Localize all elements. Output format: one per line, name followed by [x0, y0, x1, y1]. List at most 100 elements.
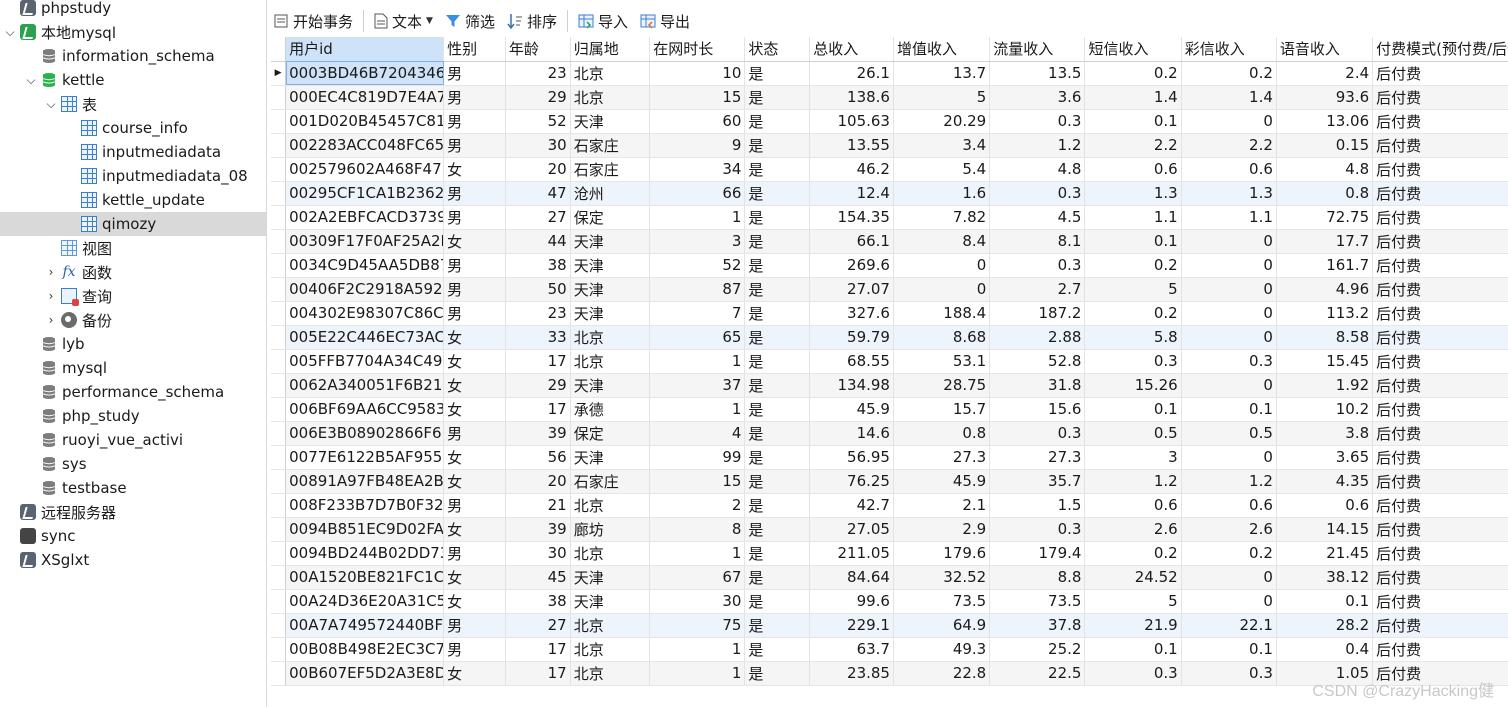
table-cell[interactable]: 13.06: [1276, 109, 1374, 134]
tree-item[interactable]: ruoyi_vue_activi: [0, 428, 266, 452]
table-cell[interactable]: 男: [443, 181, 506, 206]
column-header[interactable]: 在网时长: [649, 37, 746, 62]
table-cell[interactable]: 21.9: [1084, 613, 1182, 638]
row-indicator[interactable]: [271, 469, 287, 494]
tree-item[interactable]: testbase: [0, 476, 266, 500]
table-cell[interactable]: 后付费: [1372, 397, 1508, 422]
table-cell[interactable]: 50: [505, 277, 571, 302]
table-cell[interactable]: 4.8: [1276, 157, 1374, 182]
text-view-button[interactable]: 文本 ▼: [368, 8, 439, 34]
table-cell[interactable]: 00309F17F0AF25A2I: [285, 229, 445, 254]
table-cell[interactable]: 28.2: [1276, 613, 1374, 638]
table-cell[interactable]: 0: [1181, 253, 1277, 278]
table-cell[interactable]: 2.2: [1181, 133, 1277, 158]
table-cell[interactable]: 105.63: [809, 109, 894, 134]
table-cell[interactable]: 00406F2C2918A592: [285, 277, 445, 302]
table-cell[interactable]: 北京: [570, 349, 651, 374]
table-cell[interactable]: 30: [505, 133, 571, 158]
table-cell[interactable]: 60: [649, 109, 746, 134]
row-indicator[interactable]: [271, 637, 287, 662]
table-cell[interactable]: 17: [505, 637, 571, 662]
table-cell[interactable]: 26.1: [809, 61, 894, 86]
row-indicator[interactable]: [271, 349, 287, 374]
sort-button[interactable]: 排序: [501, 8, 563, 34]
table-cell[interactable]: 56.95: [809, 445, 894, 470]
table-cell[interactable]: 廊坊: [570, 517, 651, 542]
table-cell[interactable]: 23: [505, 301, 571, 326]
table-cell[interactable]: 99: [649, 445, 746, 470]
table-row[interactable]: 0094B851EC9D02FA 女 39 廊坊 8 是 27.05 2.9 0.3 2.6 2.6…: [271, 517, 1508, 542]
table-cell[interactable]: 是: [744, 589, 811, 614]
table-cell[interactable]: 3.4: [893, 133, 991, 158]
table-cell[interactable]: 30: [649, 589, 746, 614]
table-cell[interactable]: 0.1: [1084, 229, 1182, 254]
tree-item[interactable]: phpstudy: [0, 0, 266, 20]
table-cell[interactable]: 1.1: [1181, 205, 1277, 230]
table-cell[interactable]: 后付费: [1372, 253, 1508, 278]
row-indicator[interactable]: [271, 157, 287, 182]
table-cell[interactable]: 是: [744, 469, 811, 494]
table-cell[interactable]: 男: [443, 421, 506, 446]
table-cell[interactable]: 是: [744, 397, 811, 422]
table-cell[interactable]: 0.1: [1181, 397, 1277, 422]
table-cell[interactable]: 00B08B498E2EC3C7: [285, 637, 445, 662]
table-row[interactable]: 002283ACC048FC65 男 30 石家庄 9 是 13.55 3.4 1.2 2.2 2.…: [271, 133, 1508, 158]
table-cell[interactable]: 0: [1181, 565, 1277, 590]
table-cell[interactable]: 后付费: [1372, 109, 1508, 134]
table-cell[interactable]: 后付费: [1372, 469, 1508, 494]
table-cell[interactable]: 男: [443, 85, 506, 110]
table-cell[interactable]: 女: [443, 517, 506, 542]
table-cell[interactable]: 29: [505, 85, 571, 110]
table-cell[interactable]: 1: [649, 205, 746, 230]
table-cell[interactable]: 5: [893, 85, 991, 110]
table-cell[interactable]: 22.1: [1181, 613, 1277, 638]
table-cell[interactable]: 93.6: [1276, 85, 1374, 110]
table-cell[interactable]: 是: [744, 61, 811, 86]
table-cell[interactable]: 66: [649, 181, 746, 206]
tree-item[interactable]: performance_schema: [0, 380, 266, 404]
table-cell[interactable]: 是: [744, 541, 811, 566]
table-row[interactable]: 005FFB7704A34C49 女 17 北京 1 是 68.55 53.1 52.8 0.3 0…: [271, 349, 1508, 374]
table-cell[interactable]: 男: [443, 133, 506, 158]
table-cell[interactable]: 2.9: [893, 517, 991, 542]
table-cell[interactable]: 2: [649, 493, 746, 518]
table-row[interactable]: 0094BD244B02DD73 男 30 北京 1 是 211.05 179.6 179.4 0…: [271, 541, 1508, 566]
table-cell[interactable]: 后付费: [1372, 133, 1508, 158]
table-cell[interactable]: 006E3B08902866F6: [285, 421, 445, 446]
table-cell[interactable]: 37: [649, 373, 746, 398]
table-row[interactable]: ▶ 0003BD46B7204346 男 23 北京 10 是 26.1 13.7 13.5 0.2…: [271, 61, 1508, 86]
table-cell[interactable]: 4: [649, 421, 746, 446]
table-cell[interactable]: 后付费: [1372, 517, 1508, 542]
table-row[interactable]: 002A2EBFCACD3739 男 27 保定 1 是 154.35 7.82 4.5 1.1 1…: [271, 205, 1508, 230]
table-cell[interactable]: 是: [744, 229, 811, 254]
tree-item[interactable]: › 查询: [0, 284, 266, 308]
table-cell[interactable]: 21.45: [1276, 541, 1374, 566]
table-cell[interactable]: 63.7: [809, 637, 894, 662]
table-cell[interactable]: 1.4: [1181, 85, 1277, 110]
table-cell[interactable]: 0003BD46B7204346: [285, 61, 445, 86]
table-cell[interactable]: 13.7: [893, 61, 991, 86]
table-cell[interactable]: 27.07: [809, 277, 894, 302]
table-row[interactable]: 0062A340051F6B21 女 29 天津 37 是 134.98 28.75 31.8 1…: [271, 373, 1508, 398]
table-cell[interactable]: 0.3: [1181, 349, 1277, 374]
table-cell[interactable]: 0.8: [1276, 181, 1374, 206]
table-row[interactable]: 00A24D36E20A31C5 女 38 天津 30 是 99.6 73.5 73.5 5 0 0.…: [271, 589, 1508, 614]
table-row[interactable]: 00A1520BE821FC1C 女 45 天津 67 是 84.64 32.52 8.8 24.…: [271, 565, 1508, 590]
table-cell[interactable]: 北京: [570, 325, 651, 350]
table-cell[interactable]: 49.3: [893, 637, 991, 662]
table-cell[interactable]: 138.6: [809, 85, 894, 110]
table-cell[interactable]: 是: [744, 85, 811, 110]
table-cell[interactable]: 006BF69AA6CC9583: [285, 397, 445, 422]
chevron-right-icon[interactable]: ›: [45, 313, 57, 327]
table-cell[interactable]: 0.8: [893, 421, 991, 446]
table-cell[interactable]: 0: [1181, 109, 1277, 134]
table-row[interactable]: 00B08B498E2EC3C7 男 17 北京 1 是 63.7 49.3 25.2 0.1 0.…: [271, 637, 1508, 662]
table-cell[interactable]: 后付费: [1372, 181, 1508, 206]
data-grid[interactable]: 用户id 性别 年龄 归属地 在网时长 状态 总收入 增值收入 流量收入 短信收入 彩信收入 语音收入…: [271, 37, 1508, 707]
table-cell[interactable]: 0.3: [989, 253, 1086, 278]
table-cell[interactable]: 1.3: [1181, 181, 1277, 206]
tree-item[interactable]: ⌵ 本地mysql: [0, 20, 266, 44]
table-cell[interactable]: 男: [443, 493, 506, 518]
table-cell[interactable]: 39: [505, 517, 571, 542]
table-cell[interactable]: 52: [505, 109, 571, 134]
